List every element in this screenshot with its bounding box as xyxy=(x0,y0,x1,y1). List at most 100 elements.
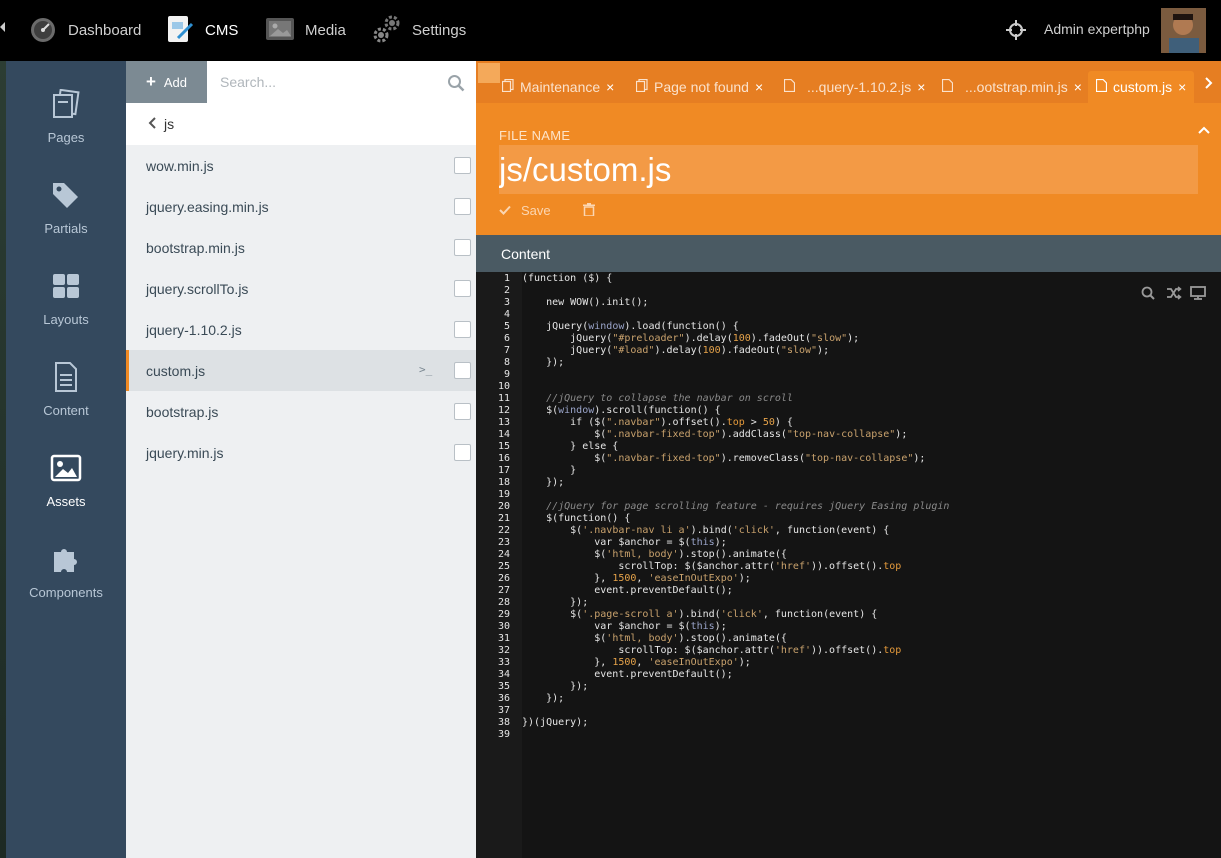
file-header: FILE NAME Save xyxy=(476,103,1221,235)
crosshair-icon[interactable] xyxy=(1006,20,1026,45)
line-number: 12 xyxy=(497,405,510,416)
save-button[interactable]: Save xyxy=(499,203,551,218)
code-line[interactable]: }); xyxy=(522,477,564,488)
avatar[interactable] xyxy=(1161,8,1206,53)
tab-bootstrap[interactable]: ...ootstrap.min.js × xyxy=(941,71,1082,103)
code-line[interactable]: scrollTop: $($anchor.attr('href')).offse… xyxy=(522,561,901,572)
user-name[interactable]: Admin expertphp xyxy=(1044,21,1150,37)
code-line[interactable]: jQuery("#preloader").delay(100).fadeOut(… xyxy=(522,333,859,344)
file-name: custom.js xyxy=(146,362,206,379)
edge-indicator xyxy=(0,22,5,32)
close-icon[interactable]: × xyxy=(755,79,763,95)
close-icon[interactable]: × xyxy=(917,79,925,95)
chevron-right-icon[interactable] xyxy=(1205,76,1213,94)
code-line[interactable]: }, 1500, 'easeInOutExpo'); xyxy=(522,573,751,584)
code-line[interactable]: $('html, body').stop().animate({ xyxy=(522,549,787,560)
code-line[interactable]: event.preventDefault(); xyxy=(522,669,732,680)
nav-settings[interactable]: Settings xyxy=(372,0,466,61)
code-line[interactable]: scrollTop: $($anchor.attr('href')).offse… xyxy=(522,645,901,656)
tab-custom-js[interactable]: custom.js × xyxy=(1088,71,1195,103)
line-number: 31 xyxy=(497,633,510,644)
file-row[interactable]: jquery-1.10.2.js xyxy=(126,309,476,350)
code-line[interactable]: //jQuery to collapse the navbar on scrol… xyxy=(522,393,793,404)
code-line[interactable]: } xyxy=(522,465,576,476)
pages-icon xyxy=(501,78,514,95)
line-number: 2 xyxy=(503,285,510,296)
code-line[interactable]: $('.navbar-nav li a').bind('click', func… xyxy=(522,525,889,536)
tab-page-not-found[interactable]: Page not found × xyxy=(635,71,763,103)
nav-cms[interactable]: CMS xyxy=(165,0,238,61)
file-row[interactable]: jquery.easing.min.js xyxy=(126,186,476,227)
code-line[interactable]: event.preventDefault(); xyxy=(522,585,732,596)
file-icon xyxy=(941,78,954,95)
search-input[interactable] xyxy=(207,61,476,103)
file-checkbox[interactable] xyxy=(454,280,471,297)
code-line[interactable]: jQuery(window).load(function() { xyxy=(522,321,739,332)
file-checkbox[interactable] xyxy=(454,362,471,379)
code-line[interactable]: }); xyxy=(522,693,564,704)
search-icon[interactable] xyxy=(1141,286,1155,305)
file-checkbox[interactable] xyxy=(454,239,471,256)
sidebar-item-label: Assets xyxy=(46,494,86,509)
code-line[interactable]: })(jQuery); xyxy=(522,717,588,728)
code-line[interactable]: var $anchor = $(this); xyxy=(522,537,726,548)
add-button[interactable]: + Add xyxy=(126,61,207,103)
sidebar-item-layouts[interactable]: Layouts xyxy=(6,271,126,351)
sidebar-item-content[interactable]: Content xyxy=(6,362,126,442)
code-line[interactable]: }, 1500, 'easeInOutExpo'); xyxy=(522,657,751,668)
code-line[interactable]: //jQuery for page scrolling feature - re… xyxy=(522,501,949,512)
sidebar-item-pages[interactable]: Pages xyxy=(6,88,126,169)
shuffle-icon[interactable] xyxy=(1166,286,1182,305)
trash-icon[interactable] xyxy=(583,203,595,221)
code-line[interactable]: (function ($) { xyxy=(522,273,612,284)
code-line[interactable]: $('html, body').stop().animate({ xyxy=(522,633,787,644)
nav-dashboard[interactable]: Dashboard xyxy=(28,0,141,61)
puzzle-icon xyxy=(50,544,82,579)
file-checkbox[interactable] xyxy=(454,157,471,174)
file-checkbox[interactable] xyxy=(454,198,471,215)
code-line[interactable]: }); xyxy=(522,681,588,692)
file-row[interactable]: jquery.min.js xyxy=(126,432,476,473)
sidebar-item-assets[interactable]: Assets xyxy=(6,453,126,533)
code-line[interactable]: $(function() { xyxy=(522,513,630,524)
nav-media[interactable]: Media xyxy=(265,0,346,61)
content-section-header: Content xyxy=(476,235,1221,272)
sidebar-item-components[interactable]: Components xyxy=(6,544,126,624)
code-line[interactable]: $('.page-scroll a').bind('click', functi… xyxy=(522,609,877,620)
file-row-active[interactable]: custom.js >_ xyxy=(126,350,476,391)
file-row[interactable]: bootstrap.js xyxy=(126,391,476,432)
code-line[interactable]: if ($(".navbar").offset().top > 50) { xyxy=(522,417,793,428)
check-icon xyxy=(499,203,511,218)
code-line[interactable]: } else { xyxy=(522,441,618,452)
file-name-input[interactable] xyxy=(499,145,1198,194)
code-line[interactable]: }); xyxy=(522,357,564,368)
code-line[interactable]: var $anchor = $(this); xyxy=(522,621,726,632)
pin-icon[interactable] xyxy=(478,63,500,83)
file-row[interactable]: bootstrap.min.js xyxy=(126,227,476,268)
breadcrumb[interactable]: js xyxy=(126,103,476,145)
collapse-icon[interactable] xyxy=(1198,121,1210,137)
cms-icon xyxy=(165,14,195,48)
code-line[interactable]: $(window).scroll(function() { xyxy=(522,405,721,416)
code-editor[interactable]: 1 2 3 4 5 6 7 8 9 10 11 12 13 14 15 16 17 18 19 20 21 22 23 24 2… xyxy=(476,272,1221,858)
fullscreen-icon[interactable] xyxy=(1190,286,1206,305)
tab-maintenance[interactable]: Maintenance × xyxy=(501,71,614,103)
close-icon[interactable]: × xyxy=(606,79,614,95)
sidebar-item-partials[interactable]: Partials xyxy=(6,180,126,260)
file-row[interactable]: wow.min.js xyxy=(126,145,476,186)
close-icon[interactable]: × xyxy=(1178,79,1186,95)
line-number: 33 xyxy=(497,657,510,668)
code-line[interactable]: $(".navbar-fixed-top").removeClass("top-… xyxy=(522,453,925,464)
close-icon[interactable]: × xyxy=(1074,79,1082,95)
terminal-icon[interactable]: >_ xyxy=(419,363,432,376)
file-checkbox[interactable] xyxy=(454,321,471,338)
code-line[interactable]: jQuery("#load").delay(100).fadeOut("slow… xyxy=(522,345,829,356)
file-checkbox[interactable] xyxy=(454,403,471,420)
file-checkbox[interactable] xyxy=(454,444,471,461)
tab-jquery[interactable]: ...query-1.10.2.js × xyxy=(783,71,925,103)
code-line[interactable]: new WOW().init(); xyxy=(522,297,648,308)
code-line[interactable]: }); xyxy=(522,597,588,608)
code-line[interactable]: $(".navbar-fixed-top").addClass("top-nav… xyxy=(522,429,907,440)
search-icon[interactable] xyxy=(447,74,465,97)
file-row[interactable]: jquery.scrollTo.js xyxy=(126,268,476,309)
